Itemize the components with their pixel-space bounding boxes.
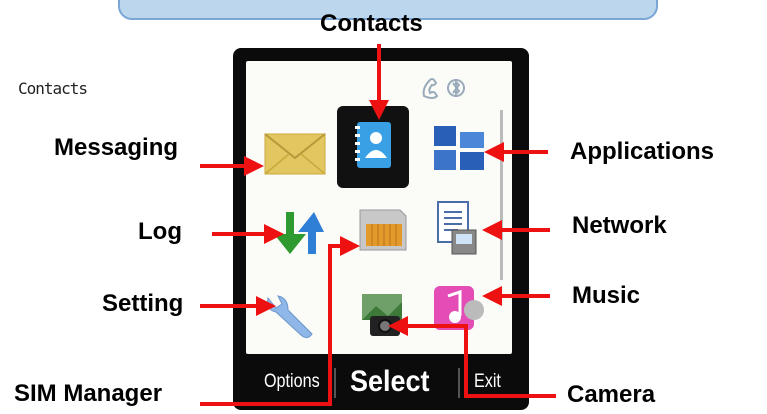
callout-setting: Setting bbox=[102, 290, 184, 317]
arrow-sim-manager bbox=[200, 236, 360, 406]
callout-messaging: Messaging bbox=[54, 134, 179, 161]
callout-contacts: Contacts bbox=[320, 10, 423, 37]
callout-applications: Applications bbox=[570, 138, 715, 165]
callout-music: Music bbox=[572, 282, 641, 309]
arrow-camera bbox=[388, 316, 556, 398]
callout-sim-manager: SIM Manager bbox=[14, 380, 163, 407]
callout-arrows bbox=[200, 44, 556, 406]
callout-camera: Camera bbox=[567, 381, 656, 408]
callout-log: Log bbox=[138, 218, 182, 245]
callout-network: Network bbox=[572, 212, 667, 239]
